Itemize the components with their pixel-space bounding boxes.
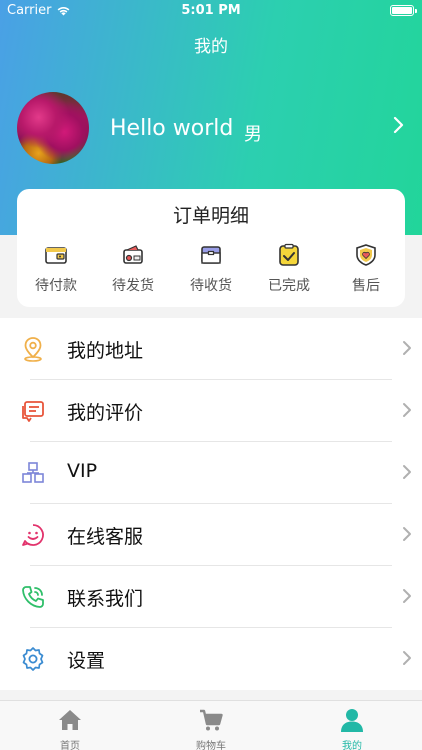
status-bar: Carrier 5:01 PM: [0, 0, 422, 22]
phone-icon: [22, 586, 44, 608]
clipboard-check-icon: [279, 243, 299, 266]
gender-label: 男: [244, 124, 262, 145]
order-pending-payment[interactable]: 待付款: [17, 241, 95, 301]
tab-home[interactable]: 首页: [0, 701, 140, 750]
order-completed[interactable]: 已完成: [250, 241, 328, 301]
shield-heart-icon: [356, 244, 376, 266]
chevron-right-icon: [403, 651, 411, 665]
username: Hello world: [110, 116, 234, 141]
box-receive-icon: [201, 246, 221, 264]
user-icon: [341, 709, 363, 732]
menu-item-contact-label: 联系我们: [67, 588, 144, 610]
tab-profile-label: 我的: [342, 741, 362, 750]
tab-cart-label: 购物车: [196, 741, 226, 750]
location-pin-icon: [24, 337, 42, 362]
menu-item-settings[interactable]: 设置: [0, 628, 422, 690]
tab-home-label: 首页: [60, 741, 80, 750]
package-ship-icon: [123, 245, 143, 264]
menu-item-customer-service[interactable]: 在线客服: [0, 504, 422, 566]
menu-item-contact[interactable]: 联系我们: [0, 566, 422, 628]
menu-item-address[interactable]: 我的地址: [0, 318, 422, 380]
tab-cart[interactable]: 购物车: [141, 701, 281, 750]
menu-item-address-label: 我的地址: [67, 340, 144, 362]
wallet-icon: [45, 247, 67, 264]
avatar[interactable]: [17, 92, 89, 164]
menu-item-customer-service-label: 在线客服: [67, 526, 144, 548]
menu-item-vip-label: VIP: [67, 460, 98, 482]
chevron-right-icon: [403, 465, 411, 479]
profile-row[interactable]: Hello world 男: [17, 92, 413, 164]
tab-profile[interactable]: 我的: [282, 701, 422, 750]
orders-card: 订单明细 待付款 待发货 待收货 已完成 售后: [17, 189, 405, 307]
menu-item-settings-label: 设置: [67, 650, 106, 672]
order-pending-ship-label: 待发货: [112, 278, 154, 294]
orders-title: 订单明细: [172, 205, 249, 227]
menu-list: 我的地址 我的评价 VIP 在线客服 联系我们 设置: [0, 318, 422, 690]
chevron-right-icon: [403, 527, 411, 541]
order-pending-receive[interactable]: 待收货: [172, 241, 250, 301]
order-pending-receive-label: 待收货: [190, 278, 232, 294]
menu-item-vip[interactable]: VIP: [0, 442, 422, 504]
comment-icon: [22, 401, 44, 422]
order-pending-ship[interactable]: 待发货: [94, 241, 172, 301]
cart-icon: [200, 709, 223, 731]
order-after-sales-label: 售后: [352, 278, 380, 294]
chevron-right-icon: [403, 403, 411, 417]
orders-row: 待付款 待发货 待收货 已完成 售后: [17, 241, 405, 301]
gear-icon: [22, 647, 44, 671]
chevron-right-icon: [403, 341, 411, 355]
vip-grid-icon: [22, 462, 44, 483]
chevron-right-icon: [403, 589, 411, 603]
tab-bar: 首页 购物车 我的: [0, 700, 422, 750]
chevron-right-icon[interactable]: [393, 116, 405, 134]
battery-icon: [390, 5, 417, 16]
order-pending-payment-label: 待付款: [35, 278, 77, 294]
home-icon: [59, 710, 81, 730]
order-after-sales[interactable]: 售后: [327, 241, 405, 301]
menu-item-reviews[interactable]: 我的评价: [0, 380, 422, 442]
menu-item-reviews-label: 我的评价: [67, 402, 144, 424]
order-completed-label: 已完成: [268, 278, 310, 294]
smile-chat-icon: [22, 524, 44, 546]
status-time: 5:01 PM: [181, 3, 241, 18]
page-title: 我的: [194, 37, 228, 57]
